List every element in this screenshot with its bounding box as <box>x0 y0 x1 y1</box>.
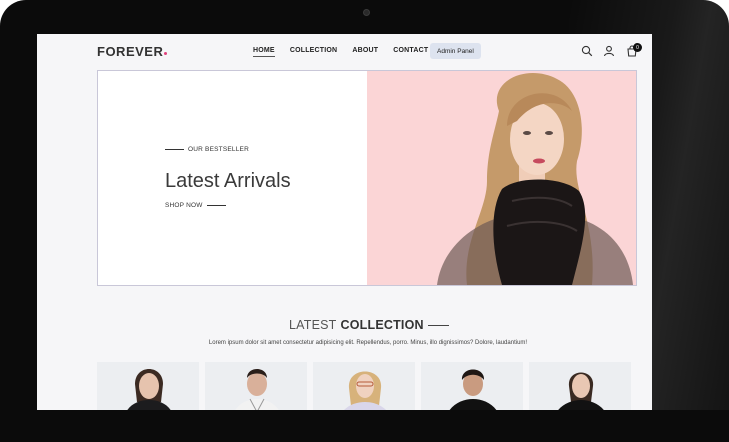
product-image <box>127 369 171 410</box>
hero-tag-text: OUR BESTSELLER <box>188 146 249 153</box>
brand-logo[interactable]: FOREVER <box>97 44 168 59</box>
profile-icon[interactable] <box>603 45 615 57</box>
hero-title: Latest Arrivals <box>165 170 291 192</box>
nav-link-contact[interactable]: CONTACT <box>393 47 428 57</box>
product-card[interactable] <box>529 362 631 410</box>
hero-banner: OUR BESTSELLER Latest Arrivals SHOP NOW <box>97 70 637 286</box>
product-image <box>449 369 497 410</box>
product-card[interactable] <box>313 362 415 410</box>
logo-text: FOREVER <box>97 44 164 59</box>
collection-heading-bold: COLLECTION <box>340 318 424 332</box>
nav-link-about[interactable]: ABOUT <box>352 47 378 57</box>
nav-link-collection[interactable]: COLLECTION <box>290 47 338 57</box>
hero-text-panel: OUR BESTSELLER Latest Arrivals SHOP NOW <box>98 71 367 285</box>
admin-panel-button[interactable]: Admin Panel <box>430 43 481 59</box>
search-icon[interactable] <box>581 45 593 57</box>
shop-now-text: SHOP NOW <box>165 202 203 209</box>
product-image <box>235 369 279 410</box>
logo-dot <box>164 52 168 55</box>
hero-image <box>367 71 636 285</box>
product-card[interactable] <box>421 362 523 410</box>
product-card[interactable] <box>97 362 199 410</box>
product-image <box>558 372 604 410</box>
tag-line <box>165 149 184 150</box>
laptop-bottom-bezel <box>0 410 729 442</box>
nav-link-home[interactable]: HOME <box>253 47 275 57</box>
shop-now-link[interactable]: SHOP NOW <box>165 202 226 209</box>
hero-tag: OUR BESTSELLER <box>165 146 249 153</box>
product-grid <box>97 362 631 410</box>
heading-line <box>427 324 449 326</box>
product-image <box>344 371 386 410</box>
cart-count-badge: 0 <box>633 43 642 52</box>
product-card[interactable] <box>205 362 307 410</box>
webcam <box>363 9 370 16</box>
cta-line <box>206 205 226 206</box>
navbar: FOREVER HOME COLLECTION ABOUT CONTACT Ad… <box>37 34 652 68</box>
main-menu: HOME COLLECTION ABOUT CONTACT <box>253 47 428 57</box>
collection-heading: LATEST COLLECTION <box>289 318 449 332</box>
collection-heading-light: LATEST <box>289 318 337 332</box>
collection-description: Lorem ipsum dolor sit amet consectetur a… <box>208 340 528 346</box>
laptop-screen: FOREVER HOME COLLECTION ABOUT CONTACT Ad… <box>37 34 652 410</box>
model-illustration <box>437 73 633 285</box>
